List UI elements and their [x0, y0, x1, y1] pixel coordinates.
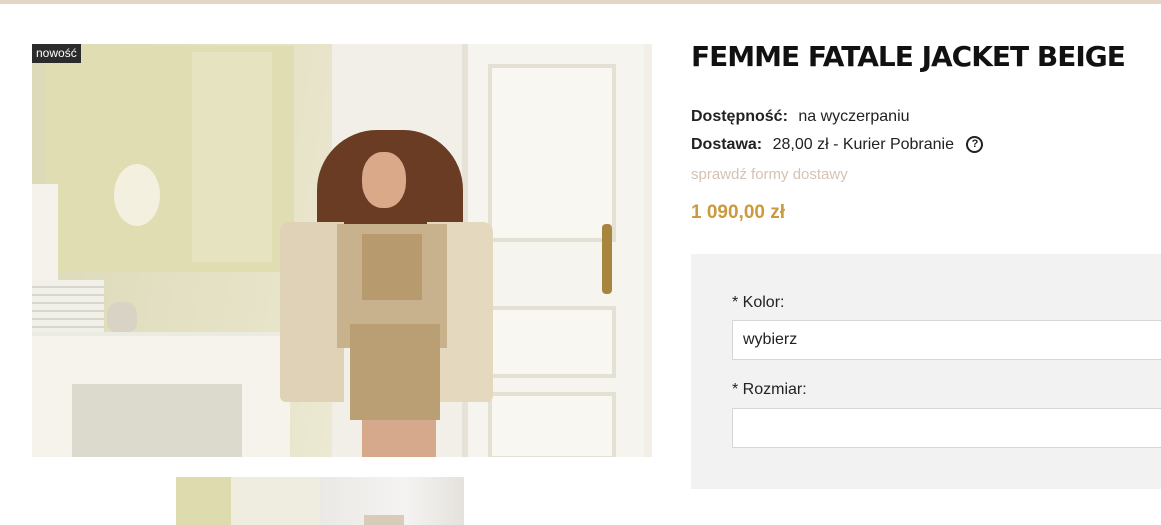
- new-badge: nowość: [32, 44, 81, 63]
- product-options-panel: * Kolor: wybierz * Rozmiar:: [691, 254, 1161, 489]
- delivery-row: Dostawa: 28,00 zł - Kurier Pobranie ?: [691, 136, 984, 154]
- color-select[interactable]: wybierz: [732, 320, 1161, 360]
- photo-model-top: [362, 234, 422, 300]
- photo-wall-panel-light: [192, 52, 272, 262]
- photo-mantel-opening: [72, 384, 242, 457]
- photo-model-legs: [362, 420, 436, 457]
- photo-books: [32, 280, 104, 334]
- delivery-value: 28,00 zł - Kurier Pobranie: [772, 136, 955, 153]
- availability-value: na wyczerpaniu: [798, 108, 910, 125]
- photo-flower: [114, 164, 160, 226]
- product-price: 1 090,00 zł: [691, 202, 786, 223]
- photo-door-panel-upper: [488, 64, 616, 242]
- thumbnail-2-figure: [364, 515, 404, 525]
- availability-row: Dostępność: na wyczerpaniu: [691, 108, 910, 126]
- photo-vase-small: [107, 302, 137, 332]
- thumbnail-2[interactable]: [320, 477, 464, 525]
- photo-vase-tall: [32, 184, 58, 280]
- photo-door-handle: [602, 224, 612, 294]
- size-label: * Rozmiar:: [732, 381, 807, 398]
- top-accent-strip: [0, 0, 1161, 4]
- photo-door-panel-mid: [488, 306, 616, 378]
- thumbnail-1[interactable]: [176, 477, 320, 525]
- product-main-image[interactable]: nowość: [32, 44, 652, 457]
- product-title: FEMME FATALE JACKET BEIGE: [691, 40, 1126, 73]
- availability-label: Dostępność:: [691, 108, 788, 125]
- photo-door-panel-lower: [488, 392, 616, 457]
- photo-jacket-left: [280, 222, 344, 402]
- size-select[interactable]: [732, 408, 1161, 448]
- question-mark-icon[interactable]: ?: [966, 136, 984, 154]
- photo-model-face: [362, 152, 406, 208]
- color-label: * Kolor:: [732, 294, 785, 311]
- photo-shorts: [350, 324, 440, 420]
- check-delivery-link[interactable]: sprawdź formy dostawy: [691, 166, 848, 183]
- thumbnail-strip: [176, 477, 464, 525]
- delivery-label: Dostawa:: [691, 136, 763, 153]
